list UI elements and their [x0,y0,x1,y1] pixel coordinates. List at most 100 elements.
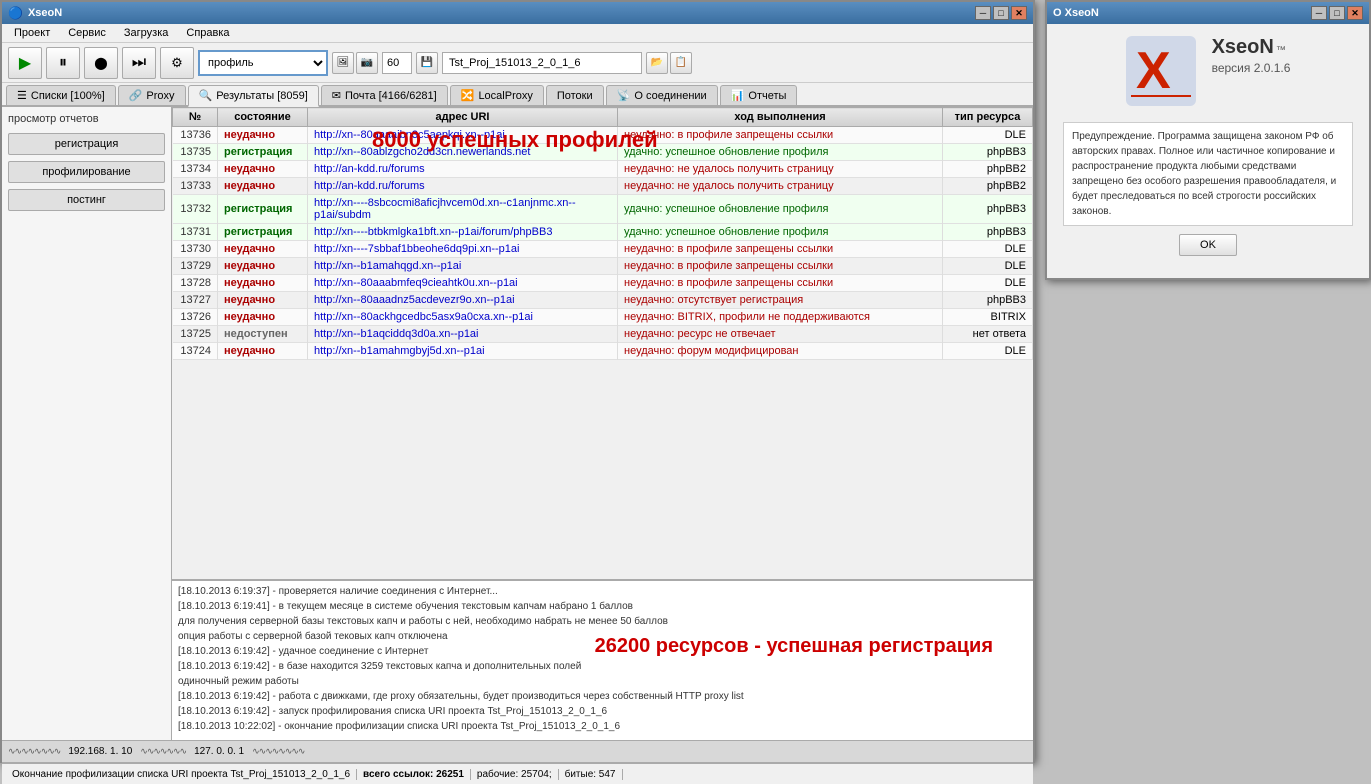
proxy-icon: 🔗 [129,89,143,102]
info-window-controls: ─ □ ✕ [1311,6,1363,20]
cell-url[interactable]: http://xn--b1amahmgbyj5d.xn--p1ai [308,343,618,360]
menu-project[interactable]: Проект [6,25,58,41]
table-row: 13730 неудачно http://xn----7sbbaf1bbeoh… [173,241,1033,258]
project-name-display: Tst_Proj_151013_2_0_1_6 [442,52,642,74]
menu-service[interactable]: Сервис [60,25,114,41]
connection-icon: 📡 [617,89,631,102]
wave-1: ∿∿∿∿∿∿∿∿ [8,746,60,757]
status-bar: Окончание профилизации списка URI проект… [2,762,1033,784]
table-row: 13736 неудачно http://xn--80aaaaibn3c5ae… [173,127,1033,144]
forward-button[interactable]: ⏭ [122,47,156,79]
log-line: [18.10.2013 6:19:42] - удачное соединени… [178,644,1027,659]
log-line: [18.10.2013 6:19:42] - запуск профилиров… [178,704,1027,719]
col-num: № [173,108,218,127]
tab-threads[interactable]: Потоки [546,85,604,105]
cell-type: нет ответа [943,326,1033,343]
tab-localproxy[interactable]: 🔀 LocalProxy [450,85,544,105]
cell-num: 13728 [173,275,218,292]
info-title-bar: О XseoN ─ □ ✕ [1047,2,1369,24]
cell-status: удачно: успешное обновление профиля [618,195,943,224]
cell-type: BITRIX [943,309,1033,326]
settings-button[interactable]: ⚙ [160,47,194,79]
cell-state: неудачно [218,178,308,195]
cell-url[interactable]: http://an-kdd.ru/forums [308,178,618,195]
log-line: [18.10.2013 6:19:37] - проверяется налич… [178,584,1027,599]
cell-url[interactable]: http://xn----7sbbaf1bbeohe6dq9pi.xn--p1a… [308,241,618,258]
cell-num: 13727 [173,292,218,309]
app-logo: X [1126,36,1196,106]
open-icon[interactable]: 📂 [646,52,668,74]
pause-button[interactable]: ⏸ [46,47,80,79]
info-close[interactable]: ✕ [1347,6,1363,20]
tab-lists[interactable]: ☰ Списки [100%] [6,85,116,105]
status-total: всего ссылок: 26251 [357,769,471,780]
cell-url[interactable]: http://xn--b1aqciddq3d0a.xn--p1ai [308,326,618,343]
menu-help[interactable]: Справка [178,25,237,41]
cell-num: 13731 [173,224,218,241]
table-row: 13727 неудачно http://xn--80aaadnz5acdev… [173,292,1033,309]
cell-url[interactable]: http://an-kdd.ru/forums [308,161,618,178]
cell-type: DLE [943,127,1033,144]
cell-url[interactable]: http://xn--80aaaaibn3c5aepkqi.xn--p1ai [308,127,618,144]
log-area[interactable]: [18.10.2013 6:19:37] - проверяется налич… [172,580,1033,740]
menu-download[interactable]: Загрузка [116,25,176,41]
cell-num: 13732 [173,195,218,224]
cell-num: 13734 [173,161,218,178]
cell-num: 13733 [173,178,218,195]
status-working: рабочие: 25704; [471,769,559,780]
info-header-row: X XseoN ™ версия 2.0.1.6 [1126,36,1291,106]
main-title-bar: 🔵 XseoN ─ □ ✕ [2,2,1033,24]
app-name: XseoN [1212,36,1274,59]
cell-state: неудачно [218,258,308,275]
btn-posting[interactable]: постинг [8,189,165,211]
btn-profiling[interactable]: профилирование [8,161,165,183]
cell-state: регистрация [218,224,308,241]
cell-url[interactable]: http://xn--80aaadnz5acdevezr9o.xn--p1ai [308,292,618,309]
cell-url[interactable]: http://xn--80aaabmfeq9cieahtk0u.xn--p1ai [308,275,618,292]
cell-url[interactable]: http://xn----btbkmlgka1bft.xn--p1ai/foru… [308,224,618,241]
cell-status: неудачно: BITRIX, профили не поддерживаю… [618,309,943,326]
minimize-button[interactable]: ─ [975,6,991,20]
window-controls: ─ □ ✕ [975,6,1027,20]
cell-state: регистрация [218,195,308,224]
main-results-panel: 8000 успешных профилей № состояние адрес… [172,107,1033,740]
image-btn-2[interactable]: 📷 [356,52,378,74]
info-maximize[interactable]: □ [1329,6,1345,20]
cell-type: phpBB2 [943,161,1033,178]
stop-button[interactable]: ⬤ [84,47,118,79]
table-icon[interactable]: 📋 [670,52,692,74]
table-row: 13733 неудачно http://an-kdd.ru/forums н… [173,178,1033,195]
tab-reports[interactable]: 📊 Отчеты [720,85,798,105]
cell-type: phpBB3 [943,224,1033,241]
maximize-button[interactable]: □ [993,6,1009,20]
info-content: X XseoN ™ версия 2.0.1.6 Предупреждение.… [1047,24,1369,268]
cell-state: неудачно [218,241,308,258]
close-button[interactable]: ✕ [1011,6,1027,20]
profile-dropdown[interactable]: профиль [200,56,326,70]
profile-select-wrapper[interactable]: профиль [198,50,328,76]
col-url: адрес URI [308,108,618,127]
table-row: 13731 регистрация http://xn----btbkmlgka… [173,224,1033,241]
cell-url[interactable]: http://xn--80ablzgcho2dd3cn.newerlands.n… [308,144,618,161]
cell-url[interactable]: http://xn--b1amahqgd.xn--p1ai [308,258,618,275]
cell-status: неудачно: не удалось получить страницу [618,161,943,178]
wave-3: ∿∿∿∿∿∿∿∿ [252,746,304,757]
tab-connection[interactable]: 📡 О соединении [606,85,718,105]
cell-url[interactable]: http://xn--80ackhgcedbc5asx9a0cxa.xn--p1… [308,309,618,326]
table-row: 13726 неудачно http://xn--80ackhgcedbc5a… [173,309,1033,326]
tab-proxy[interactable]: 🔗 Proxy [118,85,186,105]
cell-url[interactable]: http://xn----8sbcocmi8aficjhvcem0d.xn--c… [308,195,618,224]
left-panel-title: просмотр отчетов [8,113,165,125]
reports-icon: 📊 [731,89,745,102]
ok-button[interactable]: OK [1179,234,1237,256]
image-btn-1[interactable]: 🖼 [332,52,354,74]
floppy-icon[interactable]: 💾 [416,52,438,74]
info-minimize[interactable]: ─ [1311,6,1327,20]
results-table-container[interactable]: № состояние адрес URI ход выполнения тип… [172,107,1033,580]
play-button[interactable]: ▶ [8,47,42,79]
tab-mail[interactable]: ✉ Почта [4166/6281] [321,85,448,105]
logo-svg: X [1126,36,1196,106]
btn-registration[interactable]: регистрация [8,133,165,155]
tab-results[interactable]: 🔍 Результаты [8059] [188,85,319,107]
col-progress: ход выполнения [618,108,943,127]
